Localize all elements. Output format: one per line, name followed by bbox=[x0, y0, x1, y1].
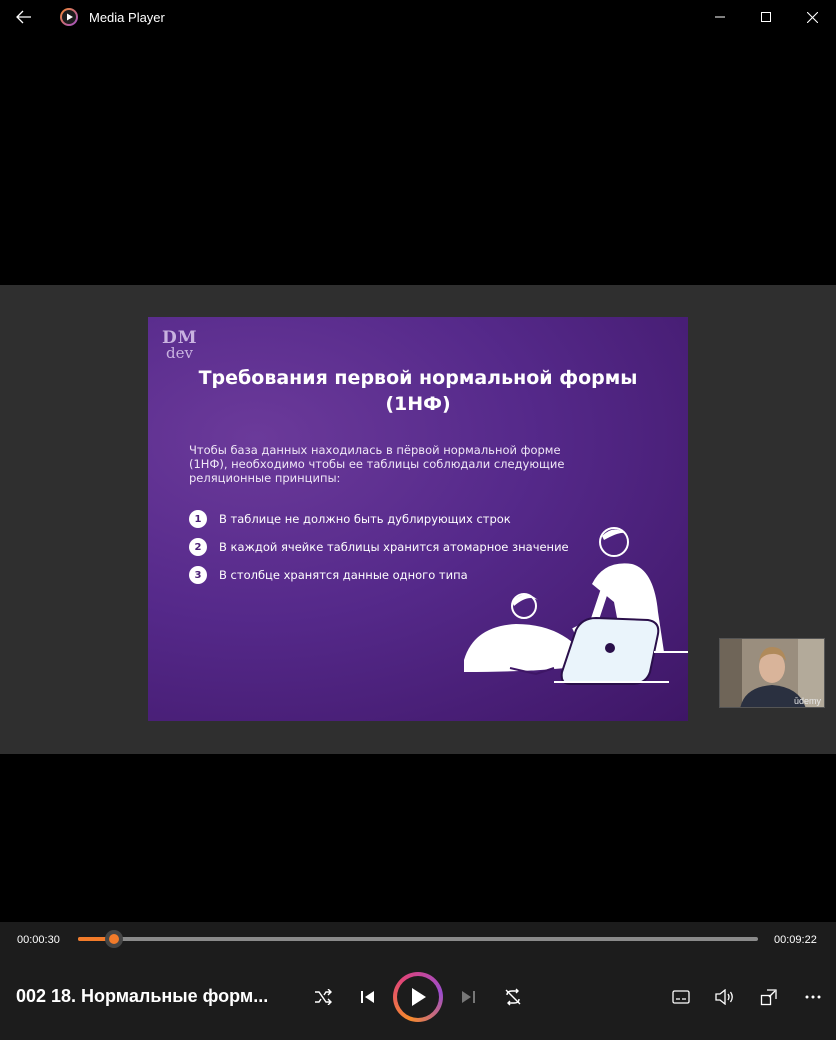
list-number: 1 bbox=[189, 510, 207, 528]
mini-player-icon[interactable] bbox=[758, 987, 780, 1007]
title-bar: Media Player bbox=[0, 0, 836, 34]
instructor-webcam: ūdemy bbox=[719, 638, 825, 708]
repeat-off-icon[interactable] bbox=[502, 987, 524, 1007]
list-item-text: В столбце хранятся данные одного типа bbox=[219, 568, 468, 582]
maximize-icon[interactable] bbox=[743, 0, 789, 34]
udemy-watermark: ūdemy bbox=[793, 696, 821, 706]
play-icon bbox=[397, 976, 439, 1018]
volume-icon[interactable] bbox=[714, 987, 736, 1007]
seek-bar[interactable] bbox=[78, 930, 758, 948]
media-title: 002 18. Нормальные форм... bbox=[16, 986, 269, 1006]
list-number: 2 bbox=[189, 538, 207, 556]
current-time: 00:00:30 bbox=[17, 934, 60, 946]
next-icon[interactable] bbox=[458, 987, 480, 1007]
window-title: Media Player bbox=[89, 10, 165, 25]
seek-thumb[interactable] bbox=[105, 930, 124, 948]
subtitles-icon[interactable] bbox=[670, 987, 692, 1007]
minimize-icon[interactable] bbox=[697, 0, 743, 34]
slide-intro-text: Чтобы база данных находилась в пёрвой но… bbox=[189, 443, 565, 485]
total-time: 00:09:22 bbox=[774, 934, 817, 946]
presentation-slide: DM dev Требования первой нормальной форм… bbox=[148, 317, 688, 721]
media-player-app-icon bbox=[59, 7, 79, 27]
back-arrow-icon[interactable] bbox=[10, 5, 38, 29]
slide-list-item: 3 В столбце хранятся данные одного типа bbox=[189, 566, 468, 584]
slide-title: Требования первой нормальной формы (1НФ) bbox=[198, 367, 638, 415]
people-at-laptop-illustration bbox=[464, 527, 688, 685]
shuffle-icon[interactable] bbox=[312, 987, 334, 1007]
player-controls: 00:00:30 00:09:22 002 18. Нормальные фор… bbox=[0, 922, 836, 1040]
previous-icon[interactable] bbox=[356, 987, 378, 1007]
more-options-icon[interactable] bbox=[802, 987, 824, 1007]
play-button[interactable] bbox=[393, 972, 443, 1022]
close-icon[interactable] bbox=[789, 0, 835, 34]
list-number: 3 bbox=[189, 566, 207, 584]
dmdev-logo: DM dev bbox=[162, 328, 198, 362]
